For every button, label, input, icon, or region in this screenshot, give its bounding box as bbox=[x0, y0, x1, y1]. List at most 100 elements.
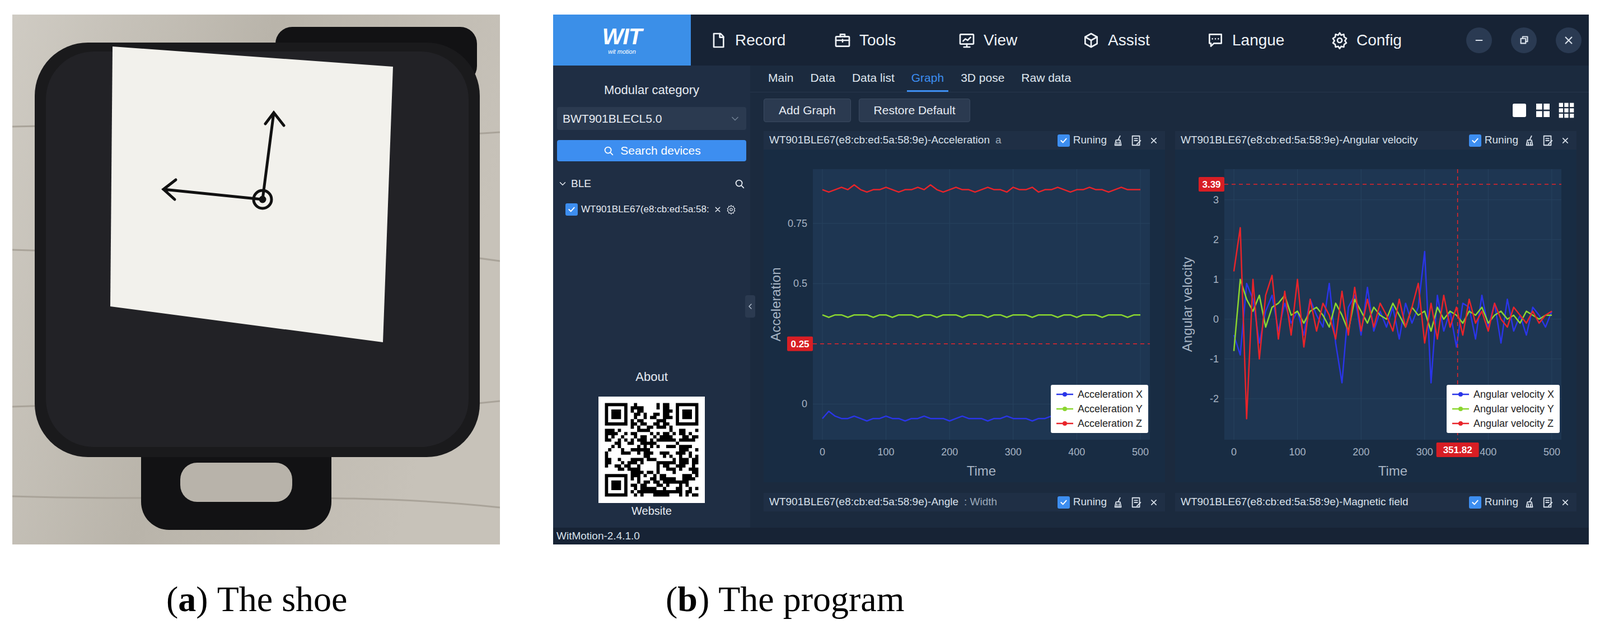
tab[interactable]: Main bbox=[763, 65, 799, 92]
legend-item[interactable]: Angular velocity Y bbox=[1452, 401, 1555, 416]
panel-header: WT901BLE67(e8:cb:ed:5a:58:9e)-Angular ve… bbox=[1175, 131, 1577, 150]
window-button[interactable] bbox=[1555, 27, 1582, 54]
note-icon[interactable] bbox=[1130, 134, 1143, 147]
device-row[interactable]: WT901BLE67(e8:cb:ed:5a:58: bbox=[553, 199, 751, 220]
legend-item[interactable]: Acceleration X bbox=[1056, 386, 1143, 402]
marker-badge bbox=[787, 336, 813, 352]
running-checkbox[interactable] bbox=[1057, 496, 1070, 509]
panel-width-field[interactable]: : Width bbox=[964, 493, 998, 511]
legend-item[interactable]: Acceleration Y bbox=[1056, 401, 1143, 416]
tab-label: Data bbox=[810, 68, 836, 87]
tab[interactable]: 3D pose bbox=[956, 65, 1009, 92]
menu-label: View bbox=[983, 28, 1018, 53]
tab[interactable]: Raw data bbox=[1016, 65, 1076, 92]
y-tick-label: 0.75 bbox=[787, 217, 808, 229]
broom-icon[interactable] bbox=[1523, 134, 1537, 147]
panel-title: WT901BLE67(e8:cb:ed:5a:58:9e)-Accelerati… bbox=[769, 132, 990, 149]
legend-label: Acceleration X bbox=[1077, 386, 1143, 402]
grid-line bbox=[1012, 169, 1014, 440]
qr-code[interactable] bbox=[598, 396, 705, 503]
grid-nine-layout-icon[interactable] bbox=[1557, 101, 1576, 120]
running-toggle[interactable]: Runing bbox=[1468, 493, 1519, 511]
check-icon bbox=[1059, 497, 1069, 507]
tab-label: Graph bbox=[911, 68, 944, 87]
button-label: Add Graph bbox=[778, 101, 836, 120]
legend-item[interactable]: Angular velocity X bbox=[1452, 386, 1555, 402]
grid-line bbox=[949, 169, 951, 440]
note-icon[interactable] bbox=[1130, 496, 1143, 509]
grid-line bbox=[1424, 169, 1425, 440]
sidebar: Modular categoryBWT901BLECL5.0Search dev… bbox=[553, 65, 751, 528]
cube-icon bbox=[1082, 31, 1101, 50]
legend-item[interactable]: Angular velocity Z bbox=[1452, 415, 1555, 431]
running-toggle[interactable]: Runing bbox=[1057, 132, 1107, 149]
menu-item[interactable]: View bbox=[957, 28, 1083, 53]
panel-width-field[interactable]: a bbox=[995, 132, 1002, 149]
broom-icon[interactable] bbox=[1112, 134, 1125, 147]
tab[interactable]: Graph bbox=[906, 65, 949, 92]
plot-area bbox=[1224, 169, 1562, 440]
menu-item[interactable]: Langue bbox=[1206, 28, 1331, 53]
search-devices-button[interactable]: Search devices bbox=[557, 139, 747, 162]
tree-group-label: BLE bbox=[571, 175, 592, 193]
menu-bar: WITwit motionRecordToolsViewAssistLangue… bbox=[553, 14, 1589, 66]
legend-swatch bbox=[1056, 390, 1074, 398]
note-icon[interactable] bbox=[1541, 496, 1555, 509]
menu-item[interactable]: Assist bbox=[1082, 28, 1207, 53]
menu-label: Record bbox=[735, 28, 786, 53]
chat-icon bbox=[1206, 31, 1225, 50]
single-layout-icon[interactable] bbox=[1510, 101, 1529, 120]
running-toggle[interactable]: Runing bbox=[1468, 132, 1519, 149]
x-tick-label: 500 bbox=[1543, 446, 1561, 458]
close-icon[interactable] bbox=[1559, 496, 1571, 508]
tab[interactable]: Data bbox=[806, 65, 840, 92]
close-icon[interactable] bbox=[1148, 134, 1160, 147]
module-dropdown[interactable]: BWT901BLECL5.0 bbox=[557, 106, 747, 130]
chart-area: 0100200300400500-2-10123TimeAngular velo… bbox=[1175, 149, 1577, 483]
legend-label: Angular velocity X bbox=[1473, 386, 1555, 402]
tree-group[interactable]: BLE bbox=[553, 173, 751, 194]
chevron-down-icon[interactable] bbox=[557, 178, 568, 189]
y-axis-label: Angular velocity bbox=[1179, 256, 1195, 352]
legend-item[interactable]: Acceleration Z bbox=[1056, 415, 1143, 431]
menu-label: Tools bbox=[859, 28, 896, 53]
close-icon[interactable] bbox=[1148, 496, 1160, 508]
broom-icon[interactable] bbox=[1523, 496, 1537, 509]
tab[interactable]: Data list bbox=[847, 65, 900, 92]
graph-panel: WT901BLE67(e8:cb:ed:5a:58:9e)-Angle: Wid… bbox=[763, 492, 1166, 512]
running-checkbox[interactable] bbox=[1057, 134, 1070, 147]
search-icon[interactable] bbox=[733, 177, 746, 190]
note-icon[interactable] bbox=[1541, 134, 1555, 147]
search-icon bbox=[602, 144, 615, 157]
graph-panel: WT901BLE67(e8:cb:ed:5a:58:9e)-Magnetic f… bbox=[1175, 492, 1577, 512]
window-button[interactable] bbox=[1466, 27, 1492, 54]
collapse-button[interactable] bbox=[745, 295, 756, 318]
running-toggle[interactable]: Runing bbox=[1057, 493, 1107, 511]
x-tick-label: 400 bbox=[1068, 446, 1085, 458]
running-label: Runing bbox=[1484, 132, 1519, 149]
figure-caption: (b)The program bbox=[553, 578, 1589, 620]
legend-label: Angular velocity Z bbox=[1473, 415, 1554, 431]
panel-title: WT901BLE67(e8:cb:ed:5a:58:9e)-Angular ve… bbox=[1180, 132, 1419, 149]
caption-paren: ) bbox=[195, 578, 208, 619]
toolbar-button[interactable]: Restore Default bbox=[858, 98, 971, 123]
running-checkbox[interactable] bbox=[1468, 496, 1482, 509]
device-checkbox[interactable] bbox=[565, 203, 578, 216]
legend-swatch bbox=[1452, 390, 1469, 398]
gear-icon[interactable] bbox=[726, 204, 737, 215]
monitor-icon bbox=[957, 31, 976, 50]
y-tick-label: 0 bbox=[801, 398, 808, 410]
close-icon[interactable] bbox=[1559, 134, 1571, 147]
menu-item[interactable]: Config bbox=[1330, 28, 1456, 53]
toolbar-button[interactable]: Add Graph bbox=[763, 98, 851, 123]
menu-item[interactable]: Record bbox=[709, 28, 834, 53]
grid-four-layout-icon[interactable] bbox=[1533, 101, 1552, 120]
running-checkbox[interactable] bbox=[1468, 134, 1482, 147]
window-button[interactable] bbox=[1510, 27, 1537, 54]
broom-icon[interactable] bbox=[1112, 496, 1125, 509]
website-link[interactable]: Website bbox=[631, 503, 672, 518]
legend-swatch bbox=[1056, 405, 1074, 413]
menu-item[interactable]: Tools bbox=[833, 28, 958, 53]
close-icon[interactable] bbox=[712, 204, 723, 215]
grid-line bbox=[1224, 358, 1562, 359]
